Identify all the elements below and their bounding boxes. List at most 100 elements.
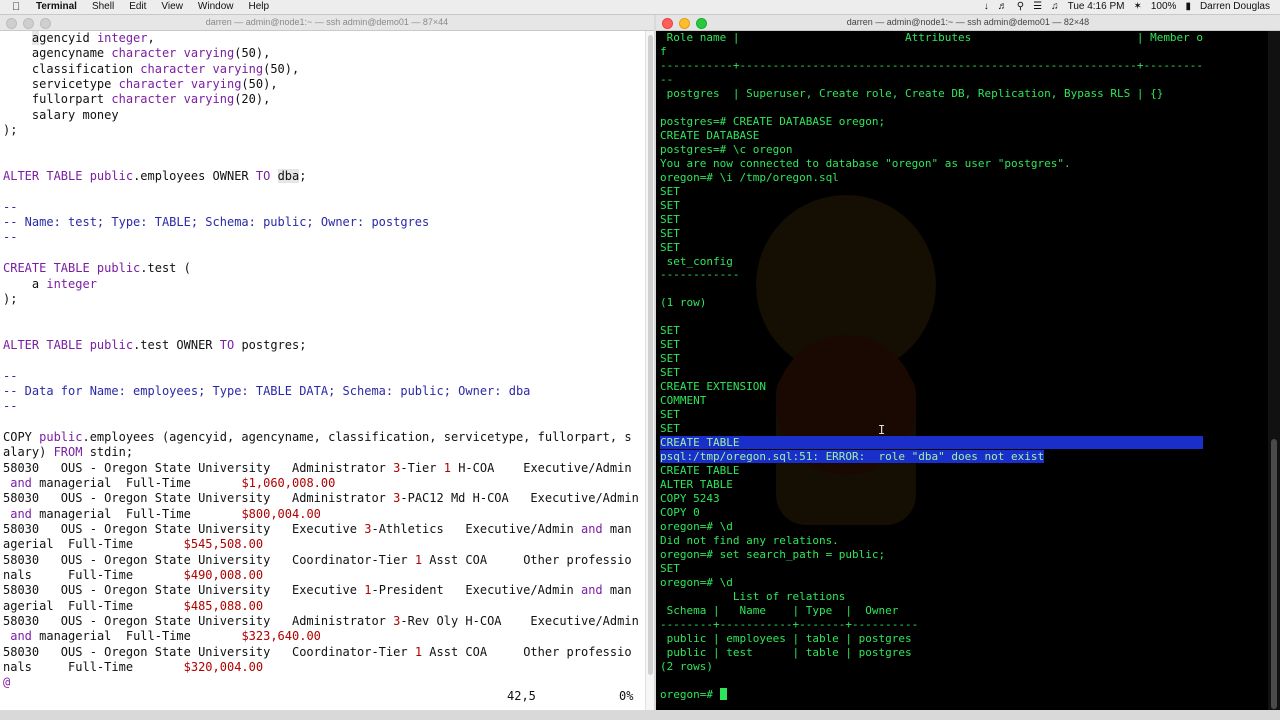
vim-line: 58030 OUS - Oregon State University Exec…	[3, 583, 643, 598]
vim-text: man	[602, 522, 632, 536]
vim-text: nals Full-Time	[3, 568, 184, 583]
battery-icon[interactable]: ▮	[1185, 0, 1191, 14]
clock[interactable]: Tue 4:16 PM	[1068, 0, 1125, 14]
vim-text: 58030 OUS - Oregon State University Exec…	[3, 583, 365, 598]
vim-text: -Athletics Executive/Admin	[371, 522, 581, 536]
zoom-icon[interactable]	[40, 18, 51, 29]
psql-text: COPY 0	[660, 505, 700, 519]
vim-line: agerial Full-Time $545,508.00	[3, 537, 643, 552]
vim-line: );	[3, 123, 643, 138]
psql-line: postgres=# \c oregon	[660, 143, 1266, 157]
right-scrollbar[interactable]	[1268, 31, 1280, 710]
psql-text: COMMENT	[660, 394, 707, 408]
terminal-cursor[interactable]	[719, 687, 727, 700]
vim-text: public	[96, 261, 141, 276]
psql-text: oregon=# \i /tmp/oregon.sql	[660, 170, 839, 184]
vim-status-line: 42,5 0%	[0, 689, 640, 704]
vim-line: 58030 OUS - Oregon State University Admi…	[3, 614, 643, 629]
battery-percent[interactable]: 100%	[1151, 0, 1177, 14]
vim-line: agerial Full-Time $485,088.00	[3, 599, 643, 614]
psql-line: -----------+----------------------------…	[660, 59, 1266, 73]
bell-icon[interactable]: ♬	[998, 0, 1008, 14]
zoom-icon[interactable]	[696, 18, 707, 29]
psql-text: psql:/tmp/oregon.sql:51: ERROR: role "db…	[660, 450, 1045, 464]
vim-text: salary money	[3, 107, 119, 122]
menu-app-terminal[interactable]: Terminal	[36, 0, 77, 14]
vim-text: a	[3, 276, 47, 291]
menu-shell[interactable]: Shell	[92, 0, 114, 14]
left-window-titlebar[interactable]: darren — admin@node1:~ — ssh admin@demo0…	[0, 15, 654, 31]
menu-help[interactable]: Help	[249, 0, 270, 14]
right-window-title: darren — admin@node1:~ — ssh admin@demo0…	[846, 17, 1090, 27]
window-controls	[662, 18, 707, 29]
vim-text: agerial Full-Time	[3, 537, 184, 552]
vim-line	[3, 246, 643, 261]
user-name[interactable]: Darren Douglas	[1200, 0, 1270, 14]
volume-icon[interactable]: ♫	[1051, 0, 1059, 14]
psql-output[interactable]: Role name | Attributes | Member o f ------…	[660, 31, 1266, 702]
vim-text: man	[602, 583, 632, 598]
psql-line: SET	[660, 227, 1266, 241]
vim-line: ALTER TABLE public.test OWNER TO postgre…	[3, 338, 643, 353]
vim-line: --	[3, 230, 643, 245]
search-icon[interactable]: ⚲	[1017, 0, 1024, 14]
psql-line: SET	[660, 366, 1266, 380]
vim-line: );	[3, 292, 643, 307]
vim-text: --	[3, 399, 18, 414]
vim-line	[3, 307, 643, 322]
minimize-icon[interactable]	[23, 18, 34, 29]
vim-text: $800,004.00	[241, 506, 321, 521]
vim-text: managerial Full-Time	[31, 475, 242, 490]
scroll-percent: 0%	[619, 689, 634, 703]
wifi-icon[interactable]: ☰	[1033, 0, 1042, 14]
psql-line: SET	[660, 199, 1266, 213]
psql-text: SET	[660, 422, 680, 436]
vim-text: -- Data for Name: employees; Type: TABLE…	[3, 383, 531, 398]
vim-line: classification character varying(50),	[3, 62, 643, 77]
minimize-icon[interactable]	[679, 18, 690, 29]
psql-text: Schema | Name | Type | Owner	[660, 603, 899, 617]
psql-text: postgres | Superuser, Create role, Creat…	[660, 86, 1164, 100]
left-terminal-window[interactable]: darren — admin@node1:~ — ssh admin@demo0…	[0, 15, 654, 710]
psql-line: Did not find any relations.	[660, 534, 1266, 548]
vim-line: a integer	[3, 277, 643, 292]
vim-line: and managerial Full-Time $800,004.00	[3, 507, 643, 522]
vim-text: ALTER TABLE	[3, 337, 90, 352]
left-scrollbar[interactable]	[645, 31, 654, 710]
close-icon[interactable]	[6, 18, 17, 29]
bluetooth-icon[interactable]: ✶	[1133, 0, 1141, 14]
vim-line: 58030 OUS - Oregon State University Coor…	[3, 553, 643, 568]
vim-text: ;	[299, 169, 307, 184]
vim-text	[3, 31, 32, 45]
psql-text: CREATE TABLE	[660, 464, 740, 478]
vim-line: 58030 OUS - Oregon State University Exec…	[3, 522, 643, 537]
vim-line: alary) FROM stdin;	[3, 445, 643, 460]
app-menus: Terminal Shell Edit View Window Help	[36, 0, 284, 14]
right-terminal-window[interactable]: darren — admin@node1:~ — ssh admin@demo0…	[656, 15, 1280, 710]
download-icon[interactable]: ↓	[984, 0, 989, 14]
vim-text: ALTER TABLE	[3, 169, 90, 184]
psql-text: --------+-----------+-------+----------	[660, 617, 919, 631]
close-icon[interactable]	[662, 18, 673, 29]
vim-text: character varying	[111, 92, 235, 107]
vim-line: servicetype character varying(50),	[3, 77, 643, 92]
vim-line: nals Full-Time $490,008.00	[3, 568, 643, 583]
vim-text: Asst COA Other professio	[422, 552, 632, 567]
psql-line: CREATE EXTENSION	[660, 380, 1266, 394]
vim-text: -President Executive/Admin	[371, 583, 581, 598]
apple-menu-icon[interactable]: 	[12, 0, 20, 14]
psql-text: oregon=#	[660, 687, 720, 701]
psql-line: SET	[660, 562, 1266, 576]
menu-edit[interactable]: Edit	[129, 0, 146, 14]
psql-text: SET	[660, 561, 680, 575]
vim-line	[3, 415, 643, 430]
right-window-titlebar[interactable]: darren — admin@node1:~ — ssh admin@demo0…	[656, 15, 1280, 31]
psql-text: public | employees | table | postgres	[660, 631, 912, 645]
vim-line: --	[3, 369, 643, 384]
vim-buffer[interactable]: agencyid integer, agencyname character v…	[3, 31, 643, 691]
vim-line	[3, 353, 643, 368]
psql-line: --	[660, 73, 1266, 87]
vim-text: postgres;	[234, 337, 307, 352]
menu-window[interactable]: Window	[198, 0, 234, 14]
menu-view[interactable]: View	[161, 0, 183, 14]
